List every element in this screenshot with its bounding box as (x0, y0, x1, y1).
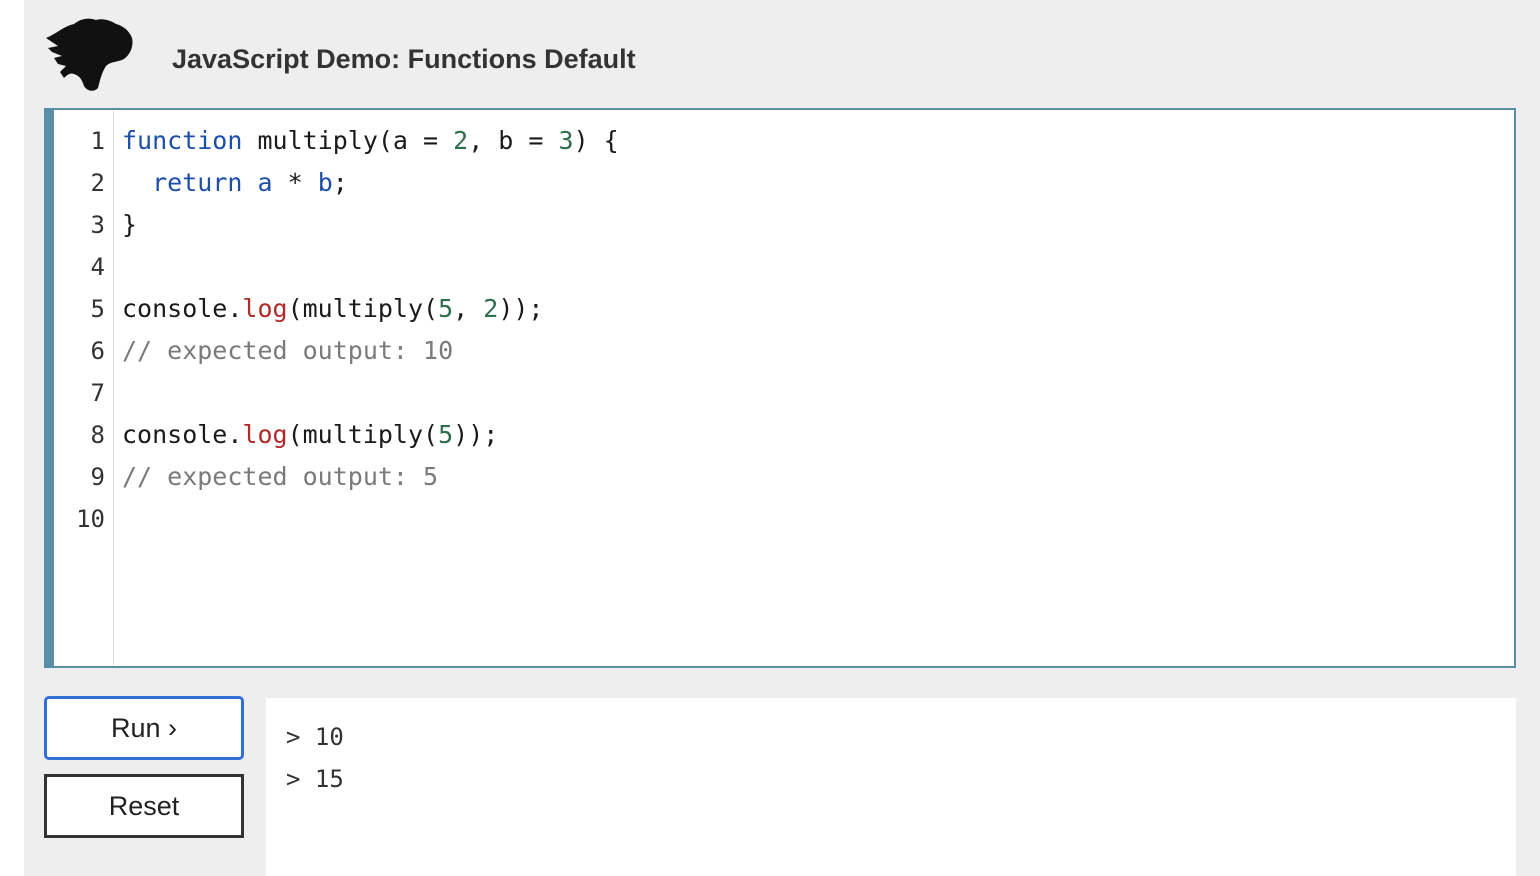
page-title: JavaScript Demo: Functions Default (172, 44, 636, 74)
code-line[interactable]: return a * b; (122, 162, 348, 204)
code-line[interactable]: console.log(multiply(5, 2)); (122, 288, 543, 330)
code-line[interactable]: // expected output: 10 (122, 330, 453, 372)
dinosaur-logo-icon (46, 18, 133, 91)
code-token: // expected output: 10 (122, 336, 454, 365)
code-line[interactable]: function multiply(a = 2, b = 3) { (122, 120, 619, 162)
code-token: 5 (438, 420, 454, 449)
line-number: 9 (90, 463, 105, 491)
code-token: a (257, 168, 273, 197)
line-number: 7 (90, 379, 105, 407)
code-token: )); (498, 294, 544, 323)
code-token: console. (122, 420, 243, 449)
code-token: 5 (438, 294, 454, 323)
code-token: , (453, 294, 484, 323)
line-number: 8 (90, 421, 105, 449)
line-number: 10 (76, 505, 105, 533)
line-number: 1 (90, 127, 105, 155)
code-token: ; (332, 168, 348, 197)
code-token: ) { (573, 126, 619, 155)
code-token: 2 (453, 126, 469, 155)
console-output: > 10 > 15 (266, 698, 1516, 876)
code-line[interactable]: // expected output: 5 (122, 456, 438, 498)
code-editor[interactable]: 1 2 3 4 5 6 7 8 9 10 function multiply(a = 2, b =… (44, 108, 1516, 668)
code-line[interactable]: } (122, 204, 137, 246)
header: JavaScript Demo: Functions Default (44, 16, 944, 96)
reset-button[interactable]: Reset (44, 774, 244, 838)
code-token: log (242, 294, 288, 323)
console-line: > 10 (286, 723, 344, 751)
code-token: )); (453, 420, 499, 449)
line-number: 3 (90, 211, 105, 239)
code-token: (multiply( (287, 294, 439, 323)
code-token: // expected output: 5 (122, 462, 439, 491)
line-number: 2 (90, 169, 105, 197)
code-token: } (122, 210, 138, 239)
code-token: 2 (483, 294, 499, 323)
code-token: 3 (558, 126, 574, 155)
line-number-gutter: 1 2 3 4 5 6 7 8 9 10 (54, 110, 114, 666)
code-token: log (242, 420, 288, 449)
line-number: 5 (90, 295, 105, 323)
code-token: multiply(a = (242, 126, 454, 155)
line-number: 6 (90, 337, 105, 365)
code-token: b (317, 168, 333, 197)
console-line: > 15 (286, 765, 344, 793)
code-line[interactable]: console.log(multiply(5)); (122, 414, 498, 456)
code-token: (multiply( (287, 420, 439, 449)
demo-panel: JavaScript Demo: Functions Default 1 2 3 4 5… (24, 0, 1540, 876)
code-token: , b = (468, 126, 559, 155)
run-button[interactable]: Run › (44, 696, 244, 760)
line-number: 4 (90, 253, 105, 281)
code-token: return (152, 168, 243, 197)
code-token: * (272, 168, 318, 197)
code-token: function (122, 126, 243, 155)
code-token: console. (122, 294, 243, 323)
